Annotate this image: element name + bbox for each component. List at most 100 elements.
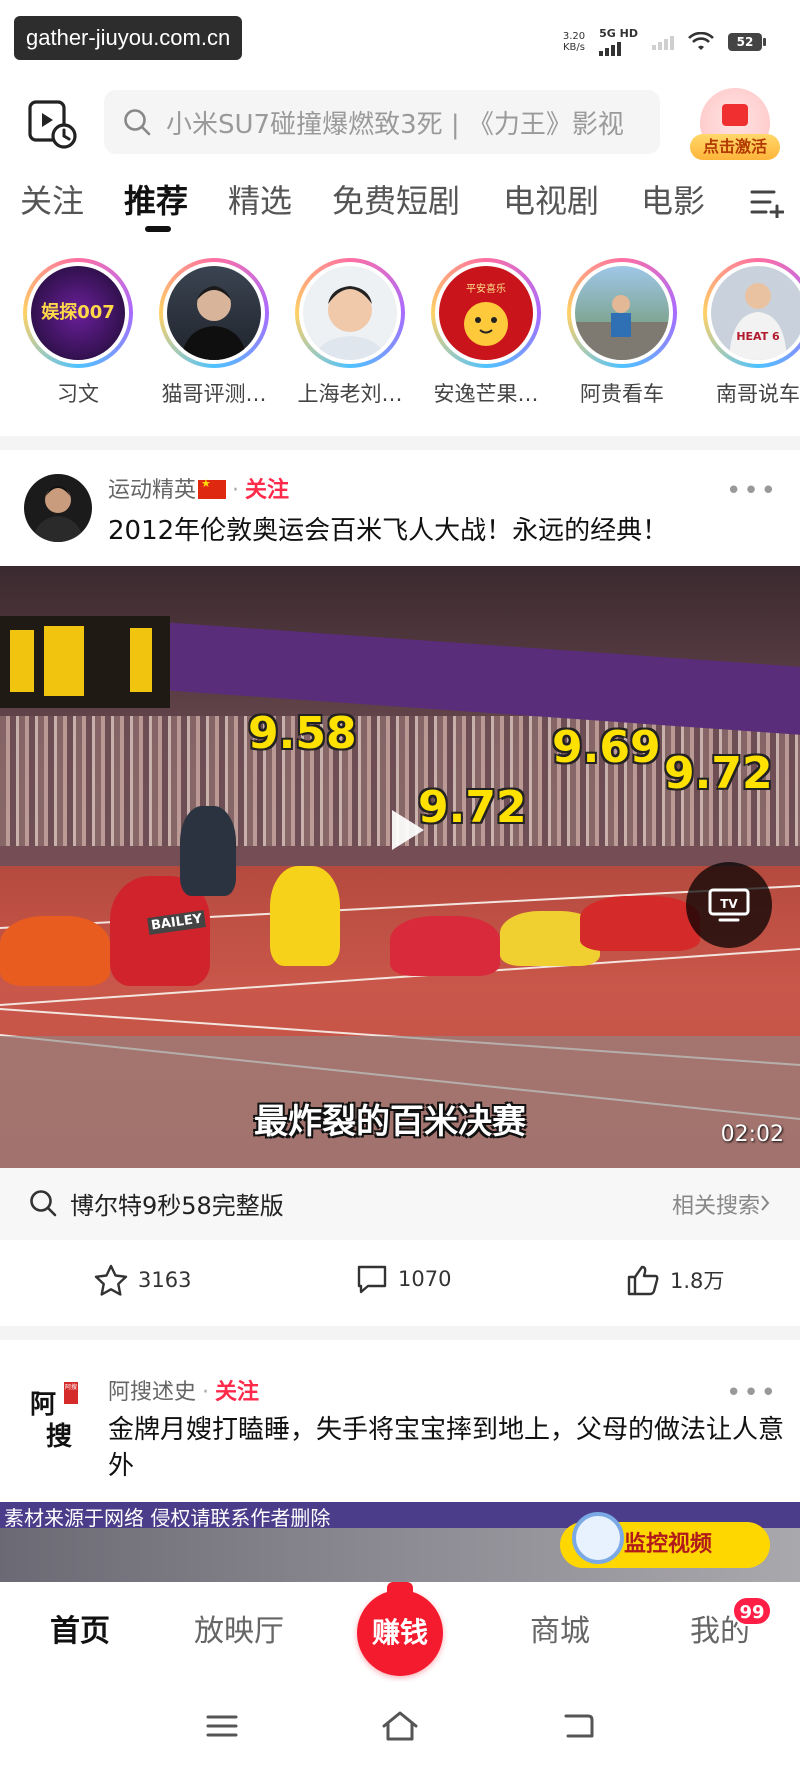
battery-indicator: 52 [728, 33, 766, 51]
more-options-icon[interactable]: ••• [726, 1378, 778, 1408]
nav-mall[interactable]: 商城 [530, 1606, 590, 1650]
result-time-label: 9.58 [248, 708, 357, 759]
signal-5g: 5G HD [599, 28, 638, 56]
bottom-navigation: 首页 放映厅 赚钱 商城 我的 99 [0, 1582, 800, 1682]
post-author-line: 阿搜述史 · 关注 [108, 1380, 260, 1405]
tab-recommend[interactable]: 推荐 [124, 176, 188, 222]
channel-tabs: 关注 推荐 精选 免费短剧 电视剧 电影 [0, 166, 800, 238]
story-name: 习文 [57, 382, 99, 406]
tab-movies[interactable]: 电影 [641, 176, 705, 222]
like-count: 1.8万 [670, 1269, 725, 1293]
story-item[interactable]: HEAT 6 南哥说车 [690, 258, 800, 408]
video-caption: 最炸裂的百米决赛 [254, 1102, 526, 1142]
active-tab-indicator [145, 226, 171, 232]
comment-icon [357, 1265, 387, 1294]
watch-history-icon[interactable] [26, 98, 78, 150]
avatar [299, 262, 401, 364]
search-icon [30, 1190, 57, 1217]
status-indicators: 3.20 KB/s 5G HD 52 [562, 28, 766, 56]
play-icon[interactable] [382, 806, 430, 854]
more-options-icon[interactable]: ••• [726, 476, 778, 506]
section-divider [0, 436, 800, 450]
avatar: 娱探007 [27, 262, 129, 364]
thumbs-up-icon [627, 1265, 659, 1296]
related-search-bar[interactable]: 博尔特9秒58完整版 相关搜索 [0, 1168, 800, 1240]
chevron-right-icon [761, 1195, 770, 1211]
copyright-note: 素材来源于网络 侵权请联系作者删除 [4, 1506, 331, 1530]
post-title[interactable]: 金牌月嫂打瞌睡，失手将宝宝摔到地上，父母的做法让人意外 [108, 1412, 788, 1484]
tab-tv-series[interactable]: 电视剧 [503, 176, 599, 222]
tab-free-short-drama[interactable]: 免费短剧 [332, 176, 460, 222]
comment-count: 1070 [398, 1267, 452, 1291]
story-name: 猫哥评测… [161, 382, 267, 406]
result-time-label: 9.69 [552, 722, 661, 773]
network-speed: 3.20 KB/s [562, 31, 586, 53]
related-search-link[interactable]: 相关搜索 [672, 1188, 760, 1220]
status-bar: gather-jiuyou.com.cn 3.20 KB/s 5G HD 52 [0, 0, 800, 84]
post-actions: 3163 1070 1.8万 [0, 1240, 800, 1326]
watermark-text: gather-jiuyou.com.cn [14, 16, 243, 60]
story-item[interactable]: 猫哥评测… [146, 258, 282, 408]
author-name[interactable]: 运动精英 [108, 478, 196, 503]
favorite-count: 3163 [138, 1268, 192, 1292]
story-item[interactable]: 阿贵看车 [554, 258, 690, 408]
related-query[interactable]: 博尔特9秒58完整版 [70, 1186, 284, 1221]
activate-reward-button[interactable]: 点击激活 [690, 88, 780, 166]
story-name: 阿贵看车 [580, 382, 664, 406]
signal-2-icon [652, 34, 674, 50]
story-item[interactable]: 上海老刘… [282, 258, 418, 408]
wifi-icon [688, 32, 714, 50]
followed-creators-row: 娱探007 习文 猫哥评测… 上海老刘… 平安喜乐 安逸芒果… 阿贵看车 HEA… [0, 258, 800, 418]
tab-menu-icon[interactable] [750, 186, 784, 218]
svg-text:平安喜乐: 平安喜乐 [466, 282, 506, 295]
post-author-line: 运动精英·关注 [108, 472, 289, 504]
avatar: HEAT 6 [707, 262, 800, 364]
story-name: 安逸芒果… [433, 382, 539, 406]
tab-follow[interactable]: 关注 [20, 176, 84, 222]
follow-button[interactable]: 关注 [215, 1380, 259, 1405]
favorite-button[interactable]: 3163 [94, 1264, 191, 1296]
system-navigation-bar [0, 1682, 800, 1769]
home-icon[interactable] [380, 1710, 420, 1742]
back-icon[interactable] [560, 1712, 594, 1740]
avatar: 平安喜乐 [435, 262, 537, 364]
result-time-label: 9.72 [664, 748, 773, 799]
top-header: 小米SU7碰撞爆燃致3死 | 《力王》影视 点击激活 [0, 84, 800, 166]
video-player[interactable]: 9.58 9.69 9.72 9.72 BAILEY TV 最炸裂的百米决赛 0… [0, 566, 800, 1168]
search-icon [124, 109, 151, 136]
svg-text:HEAT 6: HEAT 6 [736, 330, 780, 343]
tab-featured[interactable]: 精选 [228, 176, 292, 222]
star-icon [94, 1264, 128, 1296]
comment-button[interactable]: 1070 [356, 1264, 451, 1294]
video-player[interactable]: 素材来源于网络 侵权请联系作者删除 监控视频 [0, 1502, 800, 1582]
section-divider [0, 1326, 800, 1340]
camera-icon [572, 1512, 624, 1564]
china-flag-icon [198, 477, 227, 499]
search-bar[interactable]: 小米SU7碰撞爆燃致3死 | 《力王》影视 [104, 90, 660, 154]
menu-icon[interactable] [206, 1714, 238, 1738]
story-item[interactable]: 平安喜乐 安逸芒果… [418, 258, 554, 408]
svg-text:TV: TV [720, 897, 738, 911]
author-avatar[interactable]: 阿 搜 阿搜 [28, 1382, 84, 1452]
nav-home[interactable]: 首页 [50, 1606, 110, 1650]
like-button[interactable]: 1.8万 [626, 1264, 724, 1296]
avatar [571, 262, 673, 364]
post-title[interactable]: 2012年伦敦奥运会百米飞人大战！永远的经典！ [108, 512, 788, 550]
nav-earn-button[interactable]: 赚钱 [357, 1582, 443, 1676]
story-name: 南哥说车 [716, 382, 800, 406]
avatar [163, 262, 265, 364]
author-avatar[interactable] [24, 474, 92, 542]
cast-to-tv-button[interactable]: TV [686, 862, 772, 948]
video-duration: 02:02 [720, 1122, 784, 1147]
notification-badge: 99 [732, 1596, 772, 1626]
story-name: 上海老刘… [297, 382, 403, 406]
follow-button[interactable]: 关注 [245, 478, 289, 503]
seal-icon: 阿搜 [64, 1382, 78, 1404]
story-item[interactable]: 娱探007 习文 [10, 258, 146, 408]
result-time-label: 9.72 [418, 782, 527, 833]
author-name[interactable]: 阿搜述史 [108, 1380, 196, 1405]
search-placeholder: 小米SU7碰撞爆燃致3死 | 《力王》影视 [166, 109, 624, 140]
nav-theater[interactable]: 放映厅 [194, 1606, 284, 1650]
tv-icon: TV [708, 888, 750, 922]
activate-label: 点击激活 [690, 134, 780, 160]
